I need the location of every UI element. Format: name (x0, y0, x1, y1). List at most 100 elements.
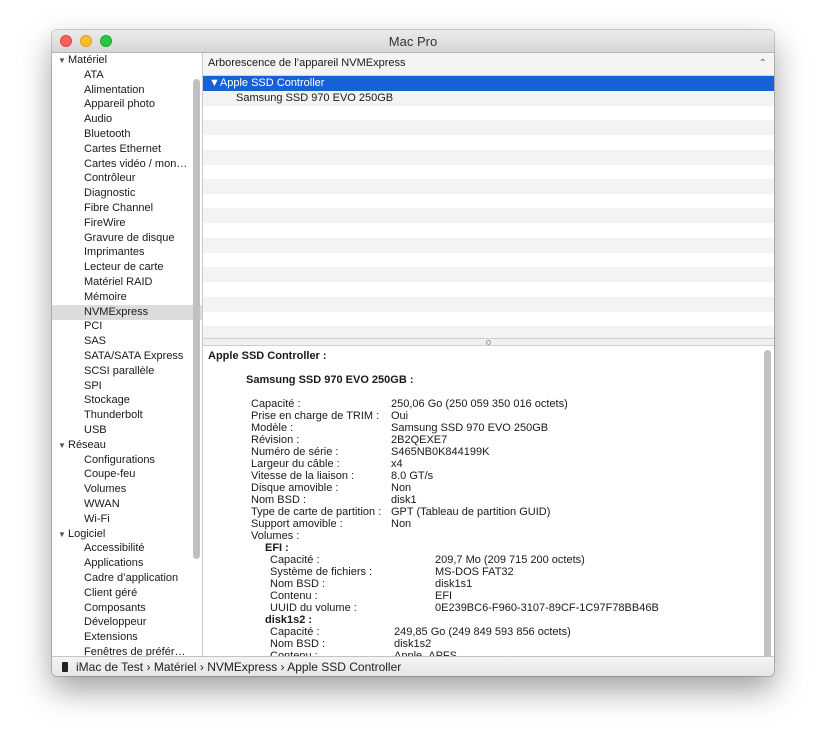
table-row (203, 178, 774, 194)
property-value: x4 (391, 458, 403, 470)
sidebar-item[interactable]: Stockage (52, 393, 202, 408)
tree-item-device[interactable]: Samsung SSD 970 EVO 250GB (203, 92, 393, 104)
sidebar-scrollbar[interactable] (193, 79, 200, 559)
property-label: Nom BSD : (251, 494, 307, 506)
table-row (203, 105, 774, 120)
table-row (203, 164, 774, 179)
sidebar-item[interactable]: Audio (52, 112, 202, 127)
property-value: Oui (391, 410, 409, 422)
disclosure-triangle-icon[interactable]: ▼ (58, 438, 68, 453)
sidebar-item[interactable]: Accessibilité (52, 541, 202, 556)
volume-field-value: 0E239BC6-F960-3107-89CF-1C97F78BB46B (435, 602, 659, 614)
disclosure-triangle-icon[interactable]: ▼ (58, 53, 68, 68)
sidebar-item[interactable]: Fibre Channel (52, 201, 202, 216)
sidebar-item[interactable]: NVMExpress (52, 304, 202, 320)
sidebar-section-matériel[interactable]: ▼ Matériel (52, 53, 202, 68)
sidebar-item[interactable]: Applications (52, 556, 202, 571)
detail-pane: Apple SSD Controller : Samsung SSD 970 EV… (203, 346, 774, 656)
sidebar-item[interactable]: WWAN (52, 497, 202, 512)
path-separator: › (196, 660, 208, 674)
path-segment[interactable]: iMac de Test (76, 660, 143, 674)
sidebar-item[interactable]: Lecteur de carte (52, 260, 202, 275)
path-text[interactable]: iMac de Test › Matériel › NVMExpress › A… (76, 657, 401, 676)
property-label: Type de carte de partition : (251, 506, 382, 518)
sidebar-item[interactable]: SCSI parallèle (52, 364, 202, 379)
volumes-label: Volumes : (251, 530, 300, 542)
sidebar-item[interactable]: Thunderbolt (52, 408, 202, 423)
property-label: Modèle : (251, 422, 294, 434)
disclosure-triangle-icon[interactable]: ▼ (58, 527, 68, 542)
tree-item-controller[interactable]: ▼Apple SSD Controller (203, 77, 324, 89)
property-value: S465NB0K844199K (391, 446, 490, 458)
table-row (203, 311, 774, 326)
sidebar-item[interactable]: Configurations (52, 453, 202, 468)
sidebar-item[interactable]: Composants (52, 601, 202, 616)
sidebar-item[interactable]: Matériel RAID (52, 275, 202, 290)
sidebar-item[interactable]: Gravure de disque (52, 231, 202, 246)
property-label: Vitesse de la liaison : (251, 470, 355, 482)
sidebar-item[interactable]: Mémoire (52, 290, 202, 305)
divider-handle-icon[interactable] (486, 340, 491, 345)
path-segment[interactable]: NVMExpress (207, 660, 277, 674)
sidebar-item[interactable]: Diagnostic (52, 186, 202, 201)
sidebar-item[interactable]: USB (52, 423, 202, 438)
table-row (203, 208, 774, 224)
property-label: Numéro de série : (251, 446, 339, 458)
sidebar-item[interactable]: Extensions (52, 630, 202, 645)
sidebar-item[interactable]: Imprimantes (52, 245, 202, 260)
sidebar-section-label: Logiciel (68, 527, 106, 540)
property-value: Non (391, 482, 412, 494)
sidebar-item[interactable]: Alimentation (52, 83, 202, 98)
sidebar-item[interactable]: Coupe-feu (52, 467, 202, 482)
sidebar-item[interactable]: Client géré (52, 586, 202, 601)
property-label: Disque amovible : (251, 482, 339, 494)
sidebar-item[interactable]: Volumes (52, 482, 202, 497)
sidebar-item[interactable]: ATA (52, 68, 202, 83)
property-value: Samsung SSD 970 EVO 250GB (391, 422, 549, 434)
sidebar-item[interactable]: Cartes Ethernet (52, 142, 202, 157)
volume-field-label: Nom BSD : (270, 578, 326, 590)
table-row (203, 325, 774, 338)
controller-title: Apple SSD Controller : (208, 350, 327, 362)
property-value: 250,06 Go (250 059 350 016 octets) (391, 398, 568, 410)
sidebar-item[interactable]: Appareil photo (52, 97, 202, 112)
sidebar-item[interactable]: PCI (52, 319, 202, 334)
tree-header[interactable]: Arborescence de l’appareil NVMExpress ⌃ (203, 53, 774, 76)
sidebar-item[interactable]: SAS (52, 334, 202, 349)
property-value: GPT (Tableau de partition GUID) (391, 506, 551, 518)
sidebar-item[interactable]: Bluetooth (52, 127, 202, 142)
sidebar-item[interactable]: Contrôleur (52, 171, 202, 186)
path-segment[interactable]: Apple SSD Controller (287, 660, 401, 674)
path-segment[interactable]: Matériel (154, 660, 197, 674)
volume-field-value: 209,7 Mo (209 715 200 octets) (435, 554, 585, 566)
pane-divider[interactable] (203, 338, 774, 346)
sidebar-item[interactable]: Développeur (52, 615, 202, 630)
property-value: 2B2QEXE7 (391, 434, 448, 446)
property-value: disk1 (391, 494, 417, 506)
sort-caret-icon[interactable]: ⌃ (759, 53, 767, 74)
table-row[interactable]: ▼Apple SSD Controller (203, 76, 774, 91)
sidebar-section-réseau[interactable]: ▼ Réseau (52, 438, 202, 453)
sidebar-item[interactable]: Cartes vidéo / mon… (52, 157, 202, 172)
sidebar-item[interactable]: SPI (52, 379, 202, 394)
volume-field-value: EFI (435, 590, 453, 602)
property-value: Non (391, 518, 412, 530)
sidebar-item[interactable]: Wi-Fi (52, 512, 202, 527)
sidebar-item[interactable]: Cadre d’application (52, 571, 202, 586)
sidebar-item[interactable]: FireWire (52, 216, 202, 231)
sidebar-item[interactable]: SATA/SATA Express (52, 349, 202, 364)
title-bar: Mac Pro (52, 30, 774, 53)
volume-field-value: disk1s1 (435, 578, 473, 590)
sidebar[interactable]: ▼ Matériel ATA Alimentation Appareil photo Au… (52, 53, 202, 656)
property-label: Largeur du câble : (251, 458, 340, 470)
sidebar-section-logiciel[interactable]: ▼ Logiciel (52, 527, 202, 542)
table-row[interactable]: Samsung SSD 970 EVO 250GB (203, 90, 774, 106)
content-pane: Arborescence de l’appareil NVMExpress ⌃ … (203, 53, 774, 656)
detail-scrollbar[interactable] (764, 350, 771, 656)
volume-field-value: disk1s2 (394, 638, 432, 650)
sidebar-item[interactable]: Fenêtres de préfér… (52, 645, 202, 656)
property-label: Capacité : (251, 398, 301, 410)
table-row (203, 149, 774, 165)
table-row (203, 267, 774, 283)
property-label: Prise en charge de TRIM : (251, 410, 380, 422)
